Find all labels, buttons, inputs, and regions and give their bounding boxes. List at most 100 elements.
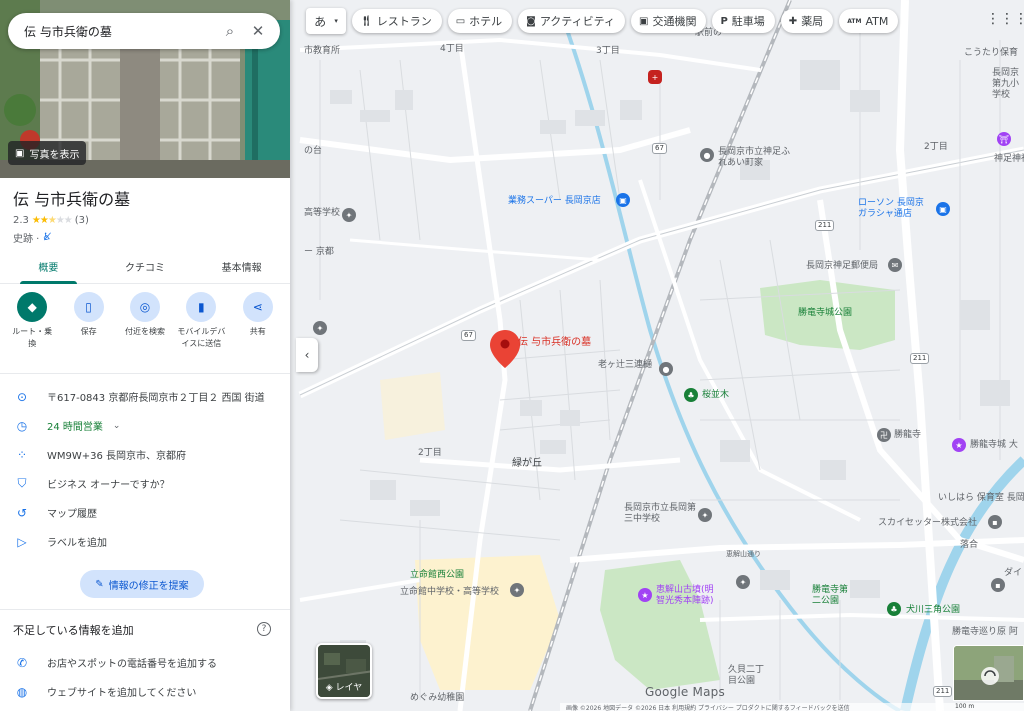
layers-label: ◈ レイヤ bbox=[318, 680, 370, 693]
address-text: 〒617-0843 京都府長岡京市２丁目２ 西国 街道 bbox=[47, 393, 265, 404]
language-label: あ bbox=[314, 14, 327, 29]
map-label: 落合 bbox=[960, 540, 979, 550]
map-label: 勝竜寺巡り原 阿 bbox=[952, 627, 1018, 637]
plus-code-row[interactable]: ⁘ WM9W+36 長岡京市、京都府 bbox=[0, 440, 290, 469]
map-label: ダイ bbox=[1004, 568, 1023, 578]
chip-activity[interactable]: ◙ アクティビティ bbox=[518, 9, 625, 33]
place-photo[interactable]: 伝 与市兵衛の墓 ⌕ ✕ ▣ 写真を表示 bbox=[0, 0, 290, 178]
apps-grid-icon[interactable]: ⋮⋮⋮ bbox=[986, 6, 1024, 32]
tab-about[interactable]: 基本情報 bbox=[193, 250, 290, 283]
share-button[interactable]: ⋖ 共有 bbox=[231, 292, 285, 350]
map-label: 勝竜寺城公園 bbox=[798, 308, 853, 318]
company-icon[interactable]: ▪ bbox=[988, 515, 1002, 529]
label-text: ラベルを追加 bbox=[47, 538, 107, 549]
search-box[interactable]: 伝 与市兵衛の墓 ⌕ ✕ bbox=[8, 13, 280, 49]
close-icon[interactable]: ✕ bbox=[244, 17, 272, 45]
suggest-edit-button[interactable]: ✎ 情報の修正を提案 bbox=[80, 570, 204, 598]
rating-row[interactable]: 2.3 ★★★★★ (3) bbox=[13, 215, 89, 226]
shopping-icon[interactable]: ▣ bbox=[616, 193, 630, 207]
chip-label: アクティビティ bbox=[539, 15, 615, 28]
search-input[interactable]: 伝 与市兵衛の墓 bbox=[24, 23, 216, 40]
map-label: 2丁目 bbox=[924, 142, 948, 152]
chip-parking[interactable]: P 駐車場 bbox=[712, 9, 775, 33]
show-photos-button[interactable]: ▣ 写真を表示 bbox=[8, 141, 87, 165]
atm-icon: ATM bbox=[847, 17, 862, 25]
store-icon[interactable]: ▣ bbox=[936, 202, 950, 216]
layers-button[interactable]: ◈ レイヤ bbox=[316, 643, 372, 699]
action-label: 付近を検索 bbox=[124, 327, 165, 336]
chip-pharmacy[interactable]: ✚ 薬局 bbox=[780, 9, 834, 33]
street-view-thumbnail[interactable] bbox=[953, 645, 1024, 701]
landmark-icon[interactable]: ● bbox=[659, 362, 673, 376]
building-icon[interactable]: ▪ bbox=[991, 578, 1005, 592]
park-icon[interactable]: ♣ bbox=[887, 602, 901, 616]
chip-hotel[interactable]: ▭ ホテル bbox=[447, 9, 513, 33]
layers-text: レイヤ bbox=[335, 683, 363, 693]
school-icon[interactable]: ✦ bbox=[510, 583, 524, 597]
landmark-icon[interactable]: ● bbox=[700, 148, 714, 162]
add-phone-row[interactable]: ✆ お店やスポットの電話番号を追加する bbox=[0, 648, 290, 677]
map-label: 2丁目 bbox=[418, 448, 442, 458]
chevron-down-icon[interactable]: ⌄ bbox=[113, 421, 121, 431]
temple-icon[interactable]: 卍 bbox=[877, 428, 891, 442]
scale-bar[interactable]: 100 m bbox=[955, 703, 974, 710]
tab-overview[interactable]: 概要 bbox=[0, 250, 97, 284]
chip-atm[interactable]: ATM ATM bbox=[839, 9, 899, 33]
park-icon[interactable]: ♣ bbox=[684, 388, 698, 402]
map-label: 長岡京市立長岡第三中学校 bbox=[624, 503, 697, 524]
map-label: めぐみ幼稚園 bbox=[410, 693, 465, 703]
map-label: 桜並木 bbox=[702, 390, 730, 400]
landmark-icon[interactable]: ★ bbox=[952, 438, 966, 452]
school-icon[interactable]: ✦ bbox=[698, 508, 712, 522]
chip-transit[interactable]: ▣ 交通機関 bbox=[631, 9, 707, 33]
collapse-panel-button[interactable]: ‹ bbox=[296, 338, 318, 372]
chip-label: 薬局 bbox=[801, 15, 824, 28]
map-label: 老ヶ辻三連樋 bbox=[598, 360, 653, 370]
wheelchair-inaccessible-icon[interactable]: ♿︎̸ bbox=[42, 232, 51, 243]
tab-reviews[interactable]: クチコミ bbox=[97, 250, 194, 283]
restaurant-icon: 🍴︎ bbox=[360, 15, 373, 27]
transit-icon: ▣ bbox=[639, 15, 649, 27]
map-label: 神足神社 bbox=[994, 154, 1024, 164]
map-label: こうたり保育 bbox=[964, 48, 1019, 58]
language-button[interactable]: あ ▾ bbox=[306, 8, 346, 34]
label-row[interactable]: ▷ ラベルを追加 bbox=[0, 527, 290, 556]
map-label: 勝龍寺城 大 bbox=[970, 440, 1018, 450]
directions-button[interactable]: ◆ ルート・乗換 bbox=[5, 292, 59, 350]
map-label: 恵解山通り bbox=[726, 550, 761, 558]
park-icon[interactable]: ✦ bbox=[736, 575, 750, 589]
hospital-icon[interactable]: + bbox=[648, 70, 662, 84]
missing-info-list: ✆ お店やスポットの電話番号を追加する ◍ ウェブサイトを追加してください bbox=[0, 648, 290, 706]
map-label: スカイセッター株式会社 bbox=[878, 518, 978, 528]
post-office-icon[interactable]: ✉ bbox=[888, 258, 902, 272]
history-row[interactable]: ↺ マップ履歴 bbox=[0, 498, 290, 527]
chevron-left-icon: ‹ bbox=[304, 348, 310, 362]
add-website-row[interactable]: ◍ ウェブサイトを追加してください bbox=[0, 677, 290, 706]
search-icon[interactable]: ⌕ bbox=[216, 17, 244, 45]
owner-row[interactable]: ⛉ ビジネス オーナーですか？ bbox=[0, 469, 290, 498]
nearby-button[interactable]: ◎ 付近を検索 bbox=[118, 292, 172, 350]
hours-row[interactable]: ◷ 24 時間営業 ⌄ bbox=[0, 411, 290, 440]
map-label: 勝龍寺 bbox=[894, 430, 922, 440]
send-to-phone-button[interactable]: ▮ モバイルデバイスに送信 bbox=[174, 292, 228, 350]
place-panel: 伝 与市兵衛の墓 ⌕ ✕ ▣ 写真を表示 伝 与市兵衛の墓 2.3 ★★★★★ … bbox=[0, 0, 290, 711]
chip-restaurant[interactable]: 🍴︎ レストラン bbox=[352, 9, 442, 33]
address-row[interactable]: ⊙ 〒617-0843 京都府長岡京市２丁目２ 西国 街道 bbox=[0, 382, 290, 411]
google-maps-logo: Google Maps bbox=[645, 685, 725, 699]
help-icon[interactable]: ? bbox=[257, 622, 271, 636]
review-count[interactable]: (3) bbox=[75, 215, 89, 226]
school-icon[interactable]: ✦ bbox=[342, 208, 356, 222]
history-icon: ↺ bbox=[16, 505, 28, 520]
divider bbox=[0, 609, 290, 610]
action-label: 共有 bbox=[249, 327, 266, 336]
save-button[interactable]: ▯ 保存 bbox=[62, 292, 116, 350]
camera-icon: ◙ bbox=[526, 15, 536, 27]
school-icon[interactable]: ✦ bbox=[313, 321, 327, 335]
rating-value: 2.3 bbox=[13, 215, 29, 226]
historic-site-icon[interactable]: ★ bbox=[638, 588, 652, 602]
shrine-icon[interactable]: ⛩ bbox=[997, 132, 1011, 146]
pin-label[interactable]: 伝 与市兵衛の墓 bbox=[518, 337, 591, 348]
rating-stars-icon: ★★★★★ bbox=[31, 215, 73, 226]
photo-icon: ▣ bbox=[15, 147, 25, 159]
street-view-image bbox=[954, 646, 1023, 700]
